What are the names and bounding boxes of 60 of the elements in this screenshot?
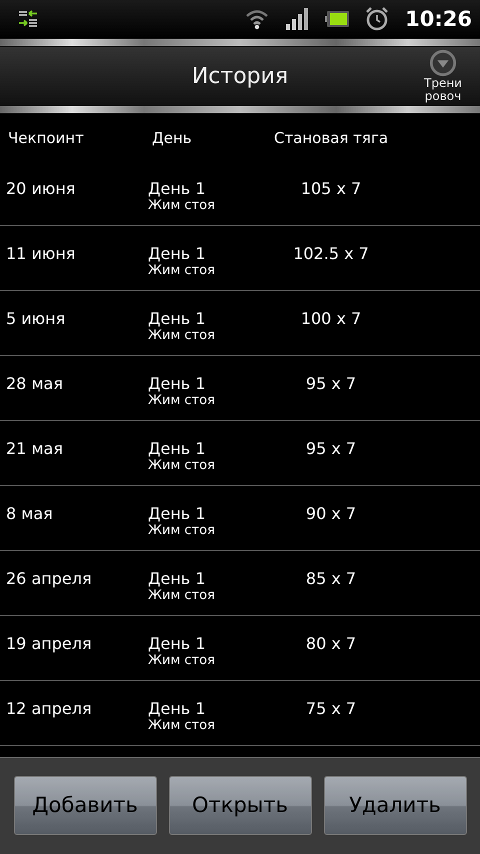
result-cell-text: 95 x 7 [304, 374, 358, 394]
result-cell-text: 105 x 7 [300, 179, 362, 199]
exercise-text: Жим стоя [148, 589, 216, 603]
exercise-text: Жим стоя [148, 719, 216, 733]
result-cell-text: 80 x 7 [304, 634, 358, 654]
day-text: День 1 [148, 569, 206, 589]
dropdown-icon [429, 49, 457, 77]
exercise-text: Жим стоя [148, 199, 216, 213]
date-cell-text: 5 июня [5, 309, 66, 329]
action-button[interactable]: Добавить [14, 776, 156, 834]
date-cell-text: 20 июня [5, 179, 76, 199]
column-header: День [151, 128, 193, 146]
date-cell-text: 28 мая [5, 374, 64, 394]
clock-time: 10:26 [405, 7, 472, 31]
result-cell-text: 100 x 7 [300, 309, 362, 329]
exercise-text: Жим стоя [148, 654, 216, 668]
history-row[interactable]: 11 июня День 1 Жим стоя 102.5 x 7 [0, 226, 480, 291]
battery-icon [325, 11, 350, 27]
history-row[interactable]: 20 июня День 1 Жим стоя 105 x 7 [0, 161, 480, 226]
history-row[interactable]: 28 мая День 1 Жим стоя 95 x 7 [0, 356, 480, 421]
action-button[interactable]: Открыть [168, 776, 312, 834]
history-row[interactable]: 21 мая День 1 Жим стоя 95 x 7 [0, 421, 480, 486]
date-cell-text: 19 апреля [5, 634, 93, 654]
history-row[interactable]: 5 июня День 1 Жим стоя 100 x 7 [0, 291, 480, 356]
sync-icon [18, 9, 38, 29]
result-cell-text: 90 x 7 [304, 504, 358, 524]
date-cell-text: 8 мая [5, 504, 54, 524]
action-button[interactable]: Удалить [324, 776, 466, 834]
exercise-text: Жим стоя [148, 459, 216, 473]
day-text: День 1 [148, 244, 206, 264]
screen-title: История [192, 64, 288, 88]
day-text: День 1 [148, 699, 206, 719]
history-row[interactable]: 12 апреля День 1 Жим стоя 75 x 7 [0, 681, 480, 746]
wifi-icon [245, 8, 270, 30]
result-cell-text: 85 x 7 [304, 569, 358, 589]
date-cell-text: 21 мая [5, 439, 64, 459]
day-text: День 1 [148, 504, 206, 524]
day-text: День 1 [148, 374, 206, 394]
day-text: День 1 [148, 634, 206, 654]
alarm-icon [365, 7, 390, 31]
exercise-text: Жим стоя [148, 329, 216, 343]
column-header: Чекпоинт [7, 128, 85, 146]
day-text: День 1 [148, 309, 206, 329]
history-row[interactable]: 19 апреля День 1 Жим стоя 80 x 7 [0, 616, 480, 681]
date-cell-text: 12 апреля [5, 699, 93, 719]
exercise-text: Жим стоя [148, 264, 216, 278]
column-header: Становая тяга [272, 128, 390, 146]
exercise-text: Жим стоя [148, 394, 216, 408]
history-row[interactable]: 26 апреля День 1 Жим стоя 85 x 7 [0, 551, 480, 616]
result-cell-text: 75 x 7 [304, 699, 358, 719]
day-text: День 1 [148, 179, 206, 199]
workouts-menu-button[interactable]: Трени ровоч [414, 49, 472, 105]
day-text: День 1 [148, 439, 206, 459]
result-cell-text: 102.5 x 7 [292, 244, 370, 264]
history-row[interactable]: 8 мая День 1 Жим стоя 90 x 7 [0, 486, 480, 551]
signal-icon [285, 8, 310, 30]
date-cell-text: 26 апреля [5, 569, 93, 589]
exercise-text: Жим стоя [148, 524, 216, 538]
result-cell-text: 95 x 7 [304, 439, 358, 459]
date-cell-text: 11 июня [5, 244, 76, 264]
